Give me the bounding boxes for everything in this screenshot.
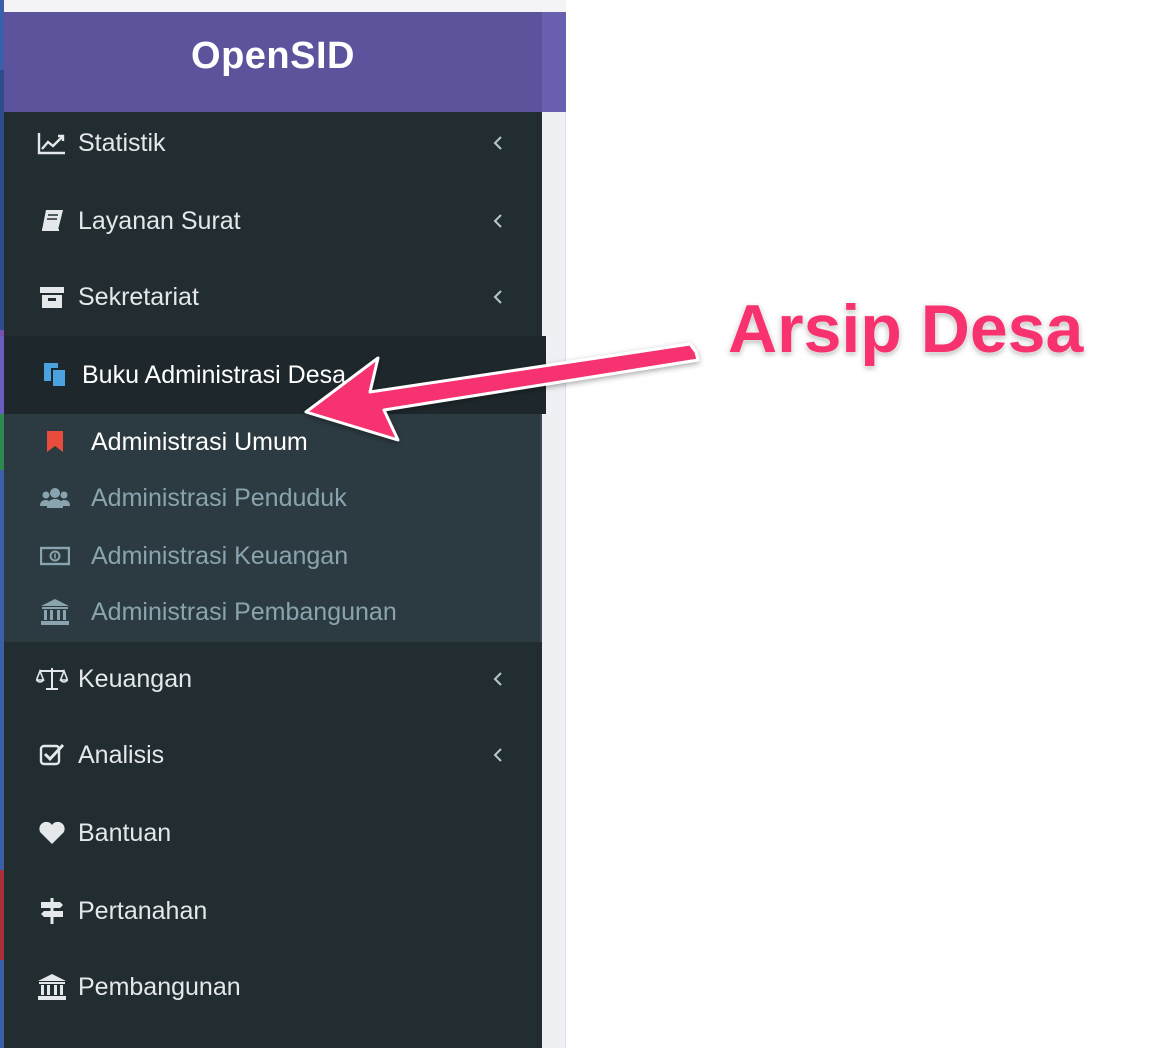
topbar-edge (542, 12, 566, 112)
sidebar-item-label: Keuangan (78, 664, 193, 693)
sidebar-item-bantuan[interactable]: Bantuan (4, 794, 542, 872)
submenu-item-administrasi-pembangunan[interactable]: Administrasi Pembangunan (4, 584, 540, 640)
content-divider (565, 112, 566, 1048)
users-icon (40, 483, 70, 513)
sidebar-item-label: Analisis (78, 740, 165, 769)
bank-icon (40, 597, 70, 627)
sidebar-item-analisis[interactable]: Analisis (4, 716, 542, 794)
sidebar-item-sekretariat[interactable]: Sekretariat (4, 258, 542, 336)
bank-icon (36, 971, 68, 1003)
line-chart-icon (36, 127, 68, 159)
top-gap (4, 0, 566, 12)
sidebar-item-layanan-surat[interactable]: Layanan Surat (4, 182, 542, 260)
sidebar-item-statistik[interactable]: Statistik (4, 104, 542, 182)
check-square-icon (36, 739, 68, 771)
balance-scale-icon (36, 663, 68, 695)
sidebar-menu: Statistik Layanan Surat Sekretariat Buku… (0, 112, 546, 1048)
chevron-left-icon (488, 745, 508, 765)
archive-icon (36, 281, 68, 313)
sidebar-item-pertanahan[interactable]: Pertanahan (4, 872, 542, 950)
bookmark-icon (40, 427, 70, 457)
sidebar-item-label: Statistik (78, 128, 166, 157)
chevron-left-icon (488, 669, 508, 689)
sidebar-item-label: Sekretariat (78, 282, 199, 311)
submenu-item-administrasi-umum[interactable]: Administrasi Umum (4, 414, 540, 470)
sidebar-item-label: Pembangunan (78, 972, 241, 1001)
copy-icon (40, 359, 72, 391)
submenu-buku-administrasi-desa: Administrasi Umum Administrasi Penduduk … (4, 414, 542, 642)
chevron-down-icon (492, 365, 512, 385)
sidebar-item-label: Layanan Surat (78, 206, 241, 235)
sidebar-item-label: Bantuan (78, 818, 172, 847)
submenu-item-label: Administrasi Penduduk (91, 483, 347, 512)
submenu-item-administrasi-keuangan[interactable]: Administrasi Keuangan (4, 528, 540, 584)
brand-title: OpenSID (191, 34, 355, 77)
brand-logo[interactable]: OpenSID (4, 12, 542, 112)
submenu-item-label: Administrasi Pembangunan (91, 597, 397, 626)
sidebar-item-label: Pertanahan (78, 896, 208, 925)
sidebar-item-keuangan[interactable]: Keuangan (4, 640, 542, 718)
chevron-left-icon (488, 211, 508, 231)
sidebar-item-label: Buku Administrasi Desa (82, 360, 347, 389)
annotation-label: Arsip Desa (728, 291, 1084, 367)
chevron-left-icon (488, 133, 508, 153)
money-icon (40, 541, 70, 571)
sidebar-item-pembangunan[interactable]: Pembangunan (4, 948, 542, 1026)
heart-icon (36, 817, 68, 849)
signpost-icon (36, 895, 68, 927)
book-icon (36, 205, 68, 237)
submenu-item-label: Administrasi Keuangan (91, 541, 349, 570)
content-area-edge (542, 112, 566, 1048)
submenu-item-label: Administrasi Umum (91, 427, 308, 456)
submenu-item-administrasi-penduduk[interactable]: Administrasi Penduduk (4, 470, 540, 526)
sidebar-item-buku-administrasi-desa[interactable]: Buku Administrasi Desa (0, 336, 546, 414)
chevron-left-icon (488, 287, 508, 307)
